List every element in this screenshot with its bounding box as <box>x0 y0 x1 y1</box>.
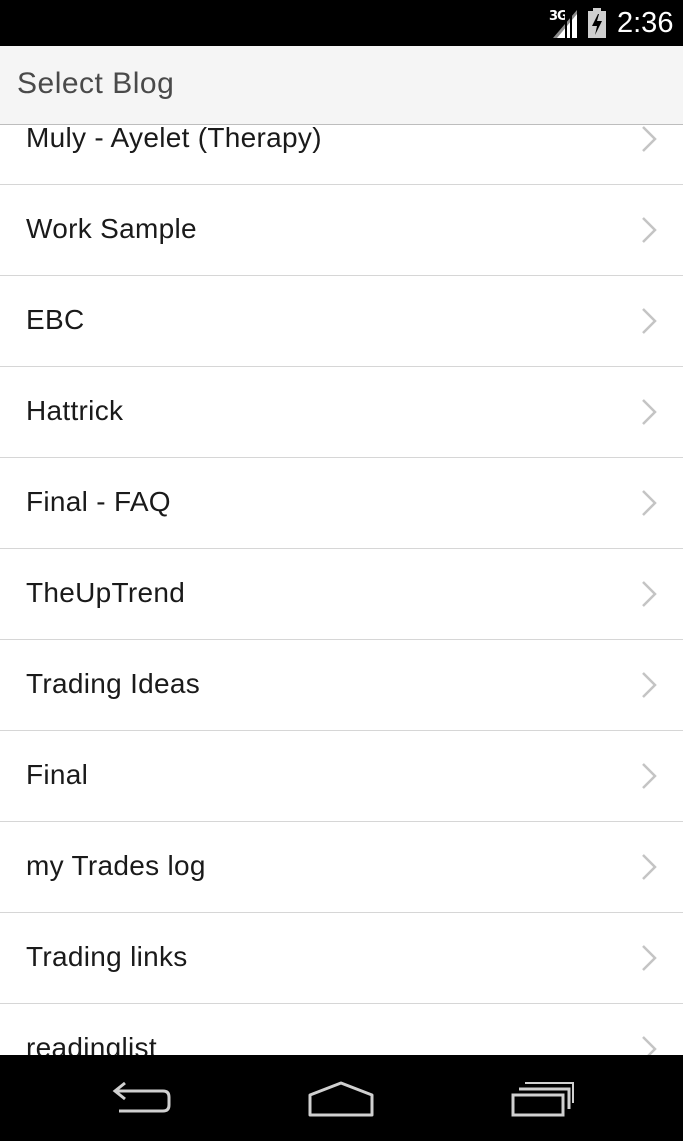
recents-icon[interactable] <box>493 1073 593 1123</box>
chevron-right-icon <box>642 308 657 334</box>
list-item-label: readinglist <box>26 1032 157 1055</box>
list-item-label: Trading links <box>26 941 188 972</box>
list-item-label: Final <box>26 759 89 790</box>
back-icon[interactable] <box>91 1073 191 1123</box>
navigation-bar <box>0 1055 683 1141</box>
list-item-label: my Trades log <box>26 850 206 881</box>
list-item[interactable]: Hattrick <box>0 367 683 458</box>
battery-icon <box>588 8 606 38</box>
list-item-label: Muly - Ayelet (Therapy) <box>26 125 322 153</box>
clock: 2:36 <box>617 7 674 39</box>
list-item-label: Final - FAQ <box>26 486 171 517</box>
chevron-right-icon <box>642 672 657 698</box>
home-icon[interactable] <box>291 1073 391 1123</box>
list-item-label: TheUpTrend <box>26 577 186 608</box>
signal-icon <box>553 10 577 38</box>
chevron-right-icon <box>642 399 657 425</box>
list-item[interactable]: TheUpTrend <box>0 549 683 640</box>
screen: 3G 2:36 Select Blog Muly - Ayelet (Thera… <box>0 0 683 1141</box>
list-item-label: Trading Ideas <box>26 668 201 699</box>
chevron-right-icon <box>642 763 657 789</box>
list-item[interactable]: Trading Ideas <box>0 640 683 731</box>
list-item-label: EBC <box>26 304 85 335</box>
list-item[interactable]: Final <box>0 731 683 822</box>
page-title: Select Blog <box>17 67 175 100</box>
chevron-right-icon <box>642 581 657 607</box>
list-item[interactable]: Trading links <box>0 913 683 1004</box>
list-item[interactable]: Work Sample <box>0 185 683 276</box>
list-item[interactable]: Final - FAQ <box>0 458 683 549</box>
chevron-right-icon <box>642 217 657 243</box>
list-item[interactable]: Muly - Ayelet (Therapy) <box>0 125 683 185</box>
list-item-label: Hattrick <box>26 395 124 426</box>
chevron-right-icon <box>642 945 657 971</box>
blog-list-items: Muly - Ayelet (Therapy) Work Sample EBC … <box>0 125 683 1055</box>
list-item[interactable]: readinglist <box>0 1004 683 1055</box>
chevron-right-icon <box>642 854 657 880</box>
list-item[interactable]: my Trades log <box>0 822 683 913</box>
chevron-right-icon <box>642 1036 657 1055</box>
chevron-right-icon <box>642 490 657 516</box>
chevron-right-icon <box>642 126 657 152</box>
blog-list[interactable]: Muly - Ayelet (Therapy) Work Sample EBC … <box>0 125 683 1055</box>
list-item-label: Work Sample <box>26 213 197 244</box>
list-item[interactable]: EBC <box>0 276 683 367</box>
status-bar: 3G 2:36 <box>0 0 683 46</box>
action-bar: Select Blog <box>0 46 683 125</box>
